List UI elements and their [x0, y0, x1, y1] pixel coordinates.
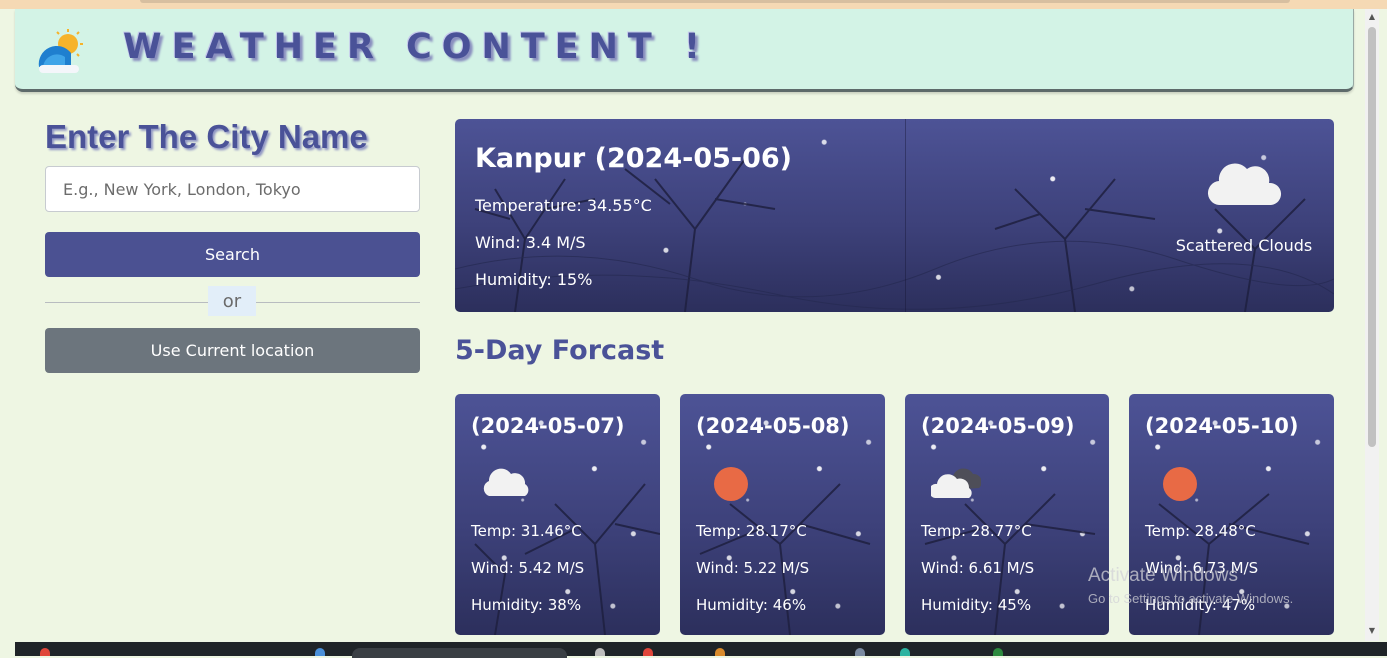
forecast-wind: Wind: 5.42 M/S — [471, 559, 585, 577]
current-temperature: Temperature: 34.55°C — [475, 196, 652, 215]
browser-top-bar — [0, 0, 1387, 9]
forecast-temp: Temp: 31.46°C — [471, 522, 582, 540]
forecast-date: (2024-05-07) — [471, 414, 625, 438]
forecast-temp: Temp: 28.77°C — [921, 522, 1032, 540]
forecast-temp: Temp: 28.48°C — [1145, 522, 1256, 540]
app-header: WEATHER CONTENT ! — [15, 9, 1354, 92]
forecast-date: (2024-05-09) — [921, 414, 1075, 438]
cloud-icon — [483, 468, 529, 496]
browser-tab-strip[interactable] — [140, 0, 1290, 3]
forecast-title: 5-Day Forcast — [455, 335, 665, 366]
activate-windows-watermark: Activate Windows Go to Settings to activ… — [1088, 565, 1293, 606]
forecast-date: (2024-05-08) — [696, 414, 850, 438]
city-heading: Enter The City Name — [45, 118, 368, 155]
os-taskbar — [15, 642, 1387, 658]
current-humidity: Humidity: 15% — [475, 270, 593, 289]
forecast-wind: Wind: 6.61 M/S — [921, 559, 1035, 577]
current-city-date: Kanpur (2024-05-06) — [475, 143, 793, 174]
forecast-humidity: Humidity: 46% — [696, 596, 807, 614]
forecast-wind: Wind: 5.22 M/S — [696, 559, 810, 577]
search-button[interactable]: Search — [45, 232, 420, 277]
scroll-up-arrow-icon[interactable]: ▲ — [1367, 12, 1377, 22]
scrollbar-thumb[interactable] — [1368, 27, 1376, 447]
forecast-card: (2024-05-08) Temp: 28.17°C Wind: 5.22 M/… — [680, 394, 885, 635]
scroll-down-arrow-icon[interactable]: ▼ — [1367, 626, 1377, 636]
current-description: Scattered Clouds — [1175, 236, 1313, 255]
taskbar-app-icon[interactable] — [715, 648, 725, 656]
city-search-input[interactable] — [45, 166, 420, 212]
forecast-humidity: Humidity: 45% — [921, 596, 1032, 614]
forecast-humidity: Humidity: 38% — [471, 596, 582, 614]
weather-logo-icon — [38, 29, 83, 73]
watermark-subtitle: Go to Settings to activate Windows. — [1088, 591, 1294, 606]
forecast-date: (2024-05-10) — [1145, 414, 1299, 438]
forecast-card: (2024-05-09) Temp: 28.77°C Wind: 6.61 M/… — [905, 394, 1109, 635]
divider-or: or — [208, 286, 256, 316]
sun-icon — [714, 467, 748, 501]
sun-icon — [1163, 467, 1197, 501]
taskbar-app-icon[interactable] — [855, 648, 865, 656]
taskbar-start-icon[interactable] — [315, 648, 325, 656]
watermark-title: Activate Windows — [1088, 565, 1238, 586]
use-current-location-button[interactable]: Use Current location — [45, 328, 420, 373]
broken-clouds-icon — [931, 468, 981, 498]
forecast-temp: Temp: 28.17°C — [696, 522, 807, 540]
current-card-divider — [905, 119, 906, 312]
scattered-clouds-icon — [1207, 163, 1282, 206]
taskbar-notification-icon[interactable] — [40, 648, 50, 656]
taskbar-app-icon[interactable] — [993, 648, 1003, 656]
current-weather-card: Kanpur (2024-05-06) Temperature: 34.55°C… — [455, 119, 1334, 312]
taskbar-app-icon[interactable] — [643, 648, 653, 656]
page-scrollbar[interactable]: ▲ ▼ — [1365, 9, 1379, 641]
taskbar-search-box[interactable] — [352, 648, 567, 658]
taskbar-app-icon[interactable] — [900, 648, 910, 656]
forecast-card: (2024-05-07) Temp: 31.46°C Wind: 5.42 M/… — [455, 394, 660, 635]
current-wind: Wind: 3.4 M/S — [475, 233, 586, 252]
app-title: WEATHER CONTENT ! — [123, 27, 710, 67]
taskbar-app-icon[interactable] — [595, 648, 605, 656]
